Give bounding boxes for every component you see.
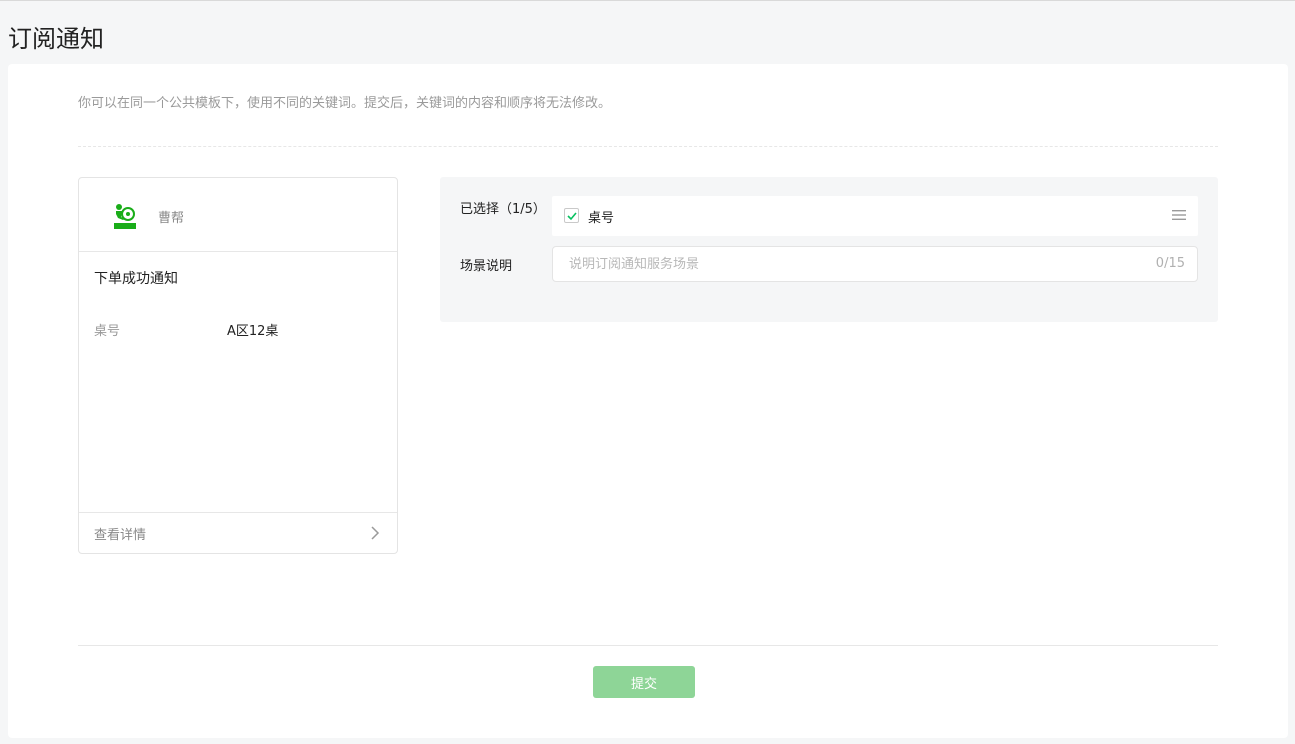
- page-title: 订阅通知: [8, 25, 104, 54]
- top-border: [0, 0, 1295, 1]
- submit-button[interactable]: 提交: [593, 666, 695, 698]
- template-title: 下单成功通知: [94, 271, 178, 287]
- preview-card: 曹帮 下单成功通知 桌号 A区12桌 查看详情: [78, 177, 398, 554]
- keyword-config: 已选择（1/5） 桌号 场景说明 0/15: [440, 177, 1218, 322]
- selected-keyword-item[interactable]: 桌号: [552, 196, 1198, 236]
- keyword-label: 桌号: [588, 211, 615, 226]
- drag-handle-icon[interactable]: [1172, 209, 1186, 221]
- keyword-checkbox[interactable]: [564, 208, 579, 223]
- scene-description-input[interactable]: [567, 247, 1127, 281]
- dashed-divider: [78, 146, 1218, 147]
- scene-input-wrapper: 0/15: [552, 246, 1198, 282]
- main-panel: 你可以在同一个公共模板下，使用不同的关键词。提交后，关键词的内容和顺序将无法修改…: [8, 64, 1288, 738]
- selected-label: 已选择（1/5）: [460, 202, 546, 217]
- field-value: A区12桌: [227, 324, 279, 339]
- brand-name: 曹帮: [158, 211, 185, 226]
- checkmark-icon: [567, 212, 577, 221]
- detail-row[interactable]: 查看详情: [79, 512, 397, 553]
- preview-card-header: 曹帮: [79, 178, 397, 252]
- brand-logo: [114, 204, 136, 229]
- chevron-right-icon: [371, 526, 380, 540]
- field-key: 桌号: [94, 324, 121, 339]
- footer-divider: [78, 645, 1218, 646]
- preview-card-body: 下单成功通知 桌号 A区12桌: [79, 252, 397, 512]
- detail-link[interactable]: 查看详情: [94, 524, 146, 543]
- char-counter: 0/15: [1155, 256, 1185, 271]
- intro-text: 你可以在同一个公共模板下，使用不同的关键词。提交后，关键词的内容和顺序将无法修改…: [78, 96, 612, 111]
- scene-label: 场景说明: [460, 259, 513, 274]
